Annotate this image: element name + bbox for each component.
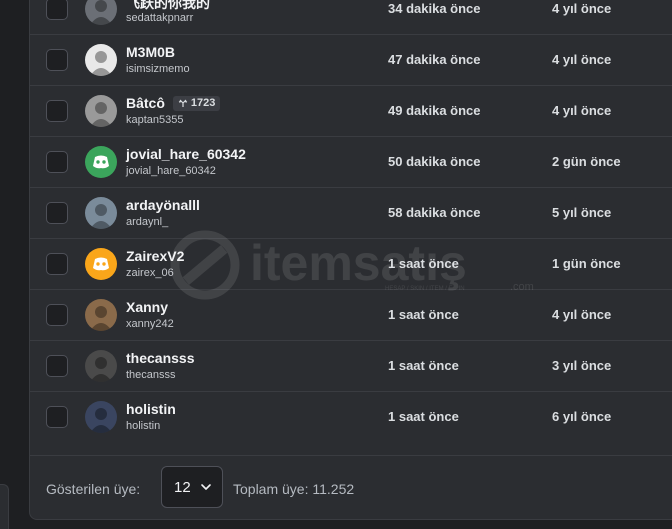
row-checkbox[interactable]: [46, 406, 68, 428]
member-username: xanny242: [126, 318, 174, 330]
table-row[interactable]: Bâtcô 1723 kaptan5355 49 dakika önce 4 y…: [29, 86, 672, 137]
avatar: [85, 0, 117, 25]
member-created: 2 gün önce: [552, 154, 621, 169]
row-checkbox[interactable]: [46, 253, 68, 275]
row-checkbox[interactable]: [46, 304, 68, 326]
member-created: 4 yıl önce: [552, 307, 612, 322]
member-created: 6 yıl önce: [552, 409, 612, 424]
member-joined: 1 saat önce: [388, 409, 459, 424]
avatar: [85, 146, 117, 178]
member-joined: 34 dakika önce: [388, 1, 481, 16]
avatar: [85, 44, 117, 76]
member-joined: 47 dakika önce: [388, 52, 481, 67]
table-row[interactable]: Xanny xanny242 1 saat önce 4 yıl önce: [29, 290, 672, 341]
discord-icon: [93, 257, 109, 271]
table-row[interactable]: thecansss thecansss 1 saat önce 3 yıl ön…: [29, 341, 672, 392]
member-username: sedattakpnarr: [126, 12, 194, 24]
user-photo-icon: [90, 204, 112, 229]
row-checkbox[interactable]: [46, 0, 68, 20]
member-name: thecansss: [126, 350, 195, 366]
member-name: ardayönalll: [126, 197, 200, 213]
member-username: isimsizmemo: [126, 63, 190, 75]
user-photo-icon: [90, 408, 112, 433]
shown-members-label: Gösterilen üye:: [46, 481, 141, 497]
member-username: holistin: [126, 420, 161, 432]
antler-icon: [178, 99, 188, 107]
user-photo-icon: [90, 102, 112, 127]
table-row[interactable]: ZairexV2 zairex_06 1 saat önce 1 gün önc…: [29, 239, 672, 290]
member-joined: 58 dakika önce: [388, 205, 481, 220]
member-username: zairex_06: [126, 267, 174, 279]
page-size-select[interactable]: 12: [161, 466, 223, 508]
user-photo-icon: [90, 0, 112, 25]
member-created: 4 yıl önce: [552, 1, 612, 16]
user-photo-icon: [90, 306, 112, 331]
member-joined: 1 saat önce: [388, 307, 459, 322]
member-name: holistin: [126, 401, 176, 417]
row-checkbox[interactable]: [46, 355, 68, 377]
member-name: jovial_hare_60342: [126, 146, 246, 162]
member-name: Bâtcô 1723: [126, 95, 221, 111]
row-checkbox[interactable]: [46, 49, 68, 71]
member-created: 5 yıl önce: [552, 205, 612, 220]
member-name: ZairexV2: [126, 248, 185, 264]
left-panel-edge: [0, 484, 9, 529]
pagination-footer: Gösterilen üye: 12 Toplam üye: 11.252: [29, 455, 672, 516]
member-created: 4 yıl önce: [552, 103, 612, 118]
member-username: ardaynl_: [126, 216, 169, 228]
avatar: [85, 401, 117, 433]
page-size-value: 12: [174, 479, 191, 496]
user-photo-icon: [90, 357, 112, 382]
avatar: [85, 350, 117, 382]
avatar: [85, 299, 117, 331]
member-created: 4 yıl önce: [552, 52, 612, 67]
table-row[interactable]: jovial_hare_60342 jovial_hare_60342 50 d…: [29, 137, 672, 188]
total-members: Toplam üye: 11.252: [233, 481, 355, 497]
table-row[interactable]: ardayönalll ardaynl_ 58 dakika önce 5 yı…: [29, 188, 672, 239]
user-photo-icon: [90, 51, 112, 76]
member-joined: 49 dakika önce: [388, 103, 481, 118]
table-row[interactable]: M3M0B isimsizmemo 47 dakika önce 4 yıl ö…: [29, 35, 672, 86]
row-checkbox[interactable]: [46, 202, 68, 224]
member-created: 1 gün önce: [552, 256, 621, 271]
member-username: thecansss: [126, 369, 176, 381]
table-row[interactable]: holistin holistin 1 saat önce 6 yıl önce: [29, 392, 672, 443]
member-joined: 1 saat önce: [388, 358, 459, 373]
avatar: [85, 248, 117, 280]
table-row[interactable]: 飞跃的你我的 sedattakpnarr 34 dakika önce 4 yı…: [29, 0, 672, 35]
member-joined: 50 dakika önce: [388, 154, 481, 169]
member-username: jovial_hare_60342: [126, 165, 216, 177]
member-created: 3 yıl önce: [552, 358, 612, 373]
member-username: kaptan5355: [126, 114, 184, 126]
server-tag-badge: 1723: [172, 95, 221, 111]
avatar: [85, 95, 117, 127]
row-checkbox[interactable]: [46, 151, 68, 173]
member-list: 飞跃的你我的 sedattakpnarr 34 dakika önce 4 yı…: [29, 0, 672, 443]
member-name: Xanny: [126, 299, 169, 315]
avatar: [85, 197, 117, 229]
chevron-down-icon: [201, 484, 211, 490]
member-joined: 1 saat önce: [388, 256, 459, 271]
row-checkbox[interactable]: [46, 100, 68, 122]
member-name: M3M0B: [126, 44, 176, 60]
discord-icon: [93, 155, 109, 169]
